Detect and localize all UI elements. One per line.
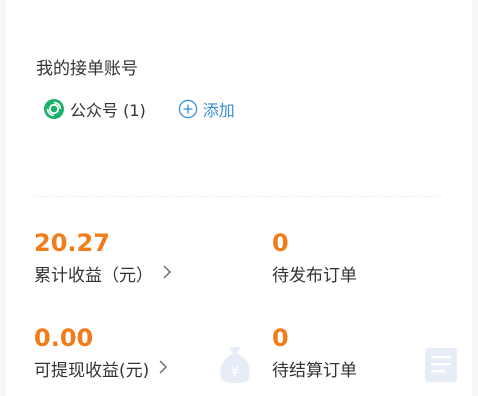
money-bag-icon: ¥ xyxy=(220,347,250,383)
plus-circle-icon xyxy=(178,99,198,119)
stat-pending-settlement-value: 0 xyxy=(272,324,289,352)
add-account-button[interactable]: 添加 xyxy=(178,97,235,121)
stat-pending-publish[interactable]: 0 待发布订单 xyxy=(272,229,357,286)
account-list: 公众号 (1) 添加 xyxy=(44,96,235,122)
wechat-official-account-icon xyxy=(44,99,64,119)
stat-pending-settlement-label: 待结算订单 xyxy=(272,361,357,381)
order-list-icon xyxy=(425,348,457,382)
stat-pending-publish-label: 待发布订单 xyxy=(272,266,357,286)
account-card: 我的接单账号 公众号 (1) 添加 20.27 累计收益（元） 0 待发布订单 … xyxy=(6,0,472,396)
stat-total-income-label: 累计收益（元） xyxy=(34,266,153,286)
divider xyxy=(36,196,442,197)
svg-text:¥: ¥ xyxy=(231,364,240,380)
account-item-label: 公众号 (1) xyxy=(70,101,146,120)
stat-withdrawable-income-value: 0.00 xyxy=(34,324,94,352)
chevron-right-icon xyxy=(159,359,168,378)
stat-withdrawable-income-label: 可提现收益(元) xyxy=(34,361,150,381)
add-account-label: 添加 xyxy=(202,101,235,120)
stat-pending-publish-value: 0 xyxy=(272,229,289,257)
section-title-accounts: 我的接单账号 xyxy=(36,59,138,79)
stat-withdrawable-income[interactable]: 0.00 可提现收益(元) xyxy=(34,324,168,381)
stat-pending-settlement[interactable]: 0 待结算订单 xyxy=(272,324,357,381)
stat-total-income[interactable]: 20.27 累计收益（元） xyxy=(34,229,171,286)
stat-total-income-value: 20.27 xyxy=(34,229,110,257)
account-item-official[interactable]: 公众号 (1) xyxy=(44,97,146,121)
chevron-right-icon xyxy=(163,264,171,283)
